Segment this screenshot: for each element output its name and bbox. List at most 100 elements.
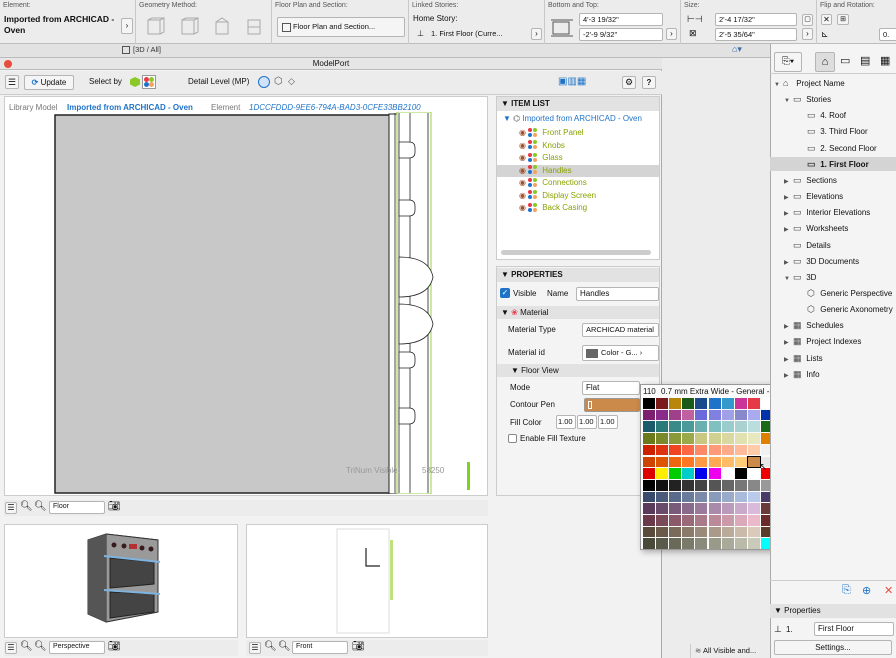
flip-checkbox[interactable]: ✕ xyxy=(821,14,832,25)
expand-arrow-icon[interactable]: ▼ xyxy=(784,94,793,108)
material-section-header[interactable]: ▼ ❀ Material xyxy=(497,306,659,319)
detail-level-sphere-icon[interactable] xyxy=(258,76,270,88)
pen-color-swatch[interactable] xyxy=(643,456,656,468)
pen-color-swatch[interactable] xyxy=(682,433,695,444)
navigator-menu-button[interactable]: ⎘▾ xyxy=(774,52,802,72)
front-menu-icon[interactable]: ☰ xyxy=(249,642,261,654)
eye-icon[interactable]: ◉ xyxy=(519,191,526,200)
home-story-arrow-button[interactable]: › xyxy=(531,28,542,40)
front-camera-icon[interactable]: 📷︎ xyxy=(352,641,365,652)
pen-color-swatch[interactable] xyxy=(669,456,682,468)
eye-icon[interactable]: ◉ xyxy=(519,166,526,175)
fill-color-g[interactable]: 1.00 xyxy=(577,415,597,429)
pen-color-swatch[interactable] xyxy=(747,421,760,433)
elevation-arrow-button[interactable]: › xyxy=(666,28,677,40)
pen-color-swatch[interactable] xyxy=(682,468,695,479)
pen-color-swatch[interactable] xyxy=(643,444,656,456)
pen-color-swatch[interactable] xyxy=(656,526,669,538)
pen-color-swatch[interactable] xyxy=(643,479,656,491)
perspective-menu-icon[interactable]: ☰ xyxy=(5,642,17,654)
pen-color-swatch[interactable] xyxy=(708,421,721,433)
bottom-elevation-input[interactable]: -2'-9 9/32" xyxy=(579,28,663,41)
material-type-select[interactable]: ARCHICAD material xyxy=(582,323,659,337)
navigator-item[interactable]: ▶ ▭ Elevations xyxy=(770,189,896,203)
fill-color-r[interactable]: 1.00 xyxy=(556,415,576,429)
navigator-story-item[interactable]: ▭ 2. Second Floor xyxy=(770,141,896,155)
publisher-tab-icon[interactable]: ▦ xyxy=(880,54,890,67)
pen-color-swatch[interactable] xyxy=(669,468,682,479)
home-story-value[interactable]: 1. First Floor (Curre... xyxy=(431,29,531,38)
front-view-select[interactable]: Front xyxy=(292,641,348,654)
pen-color-swatch[interactable] xyxy=(708,409,721,421)
pen-color-swatch[interactable] xyxy=(656,538,669,550)
navigator-settings-button[interactable]: Settings... xyxy=(774,640,892,655)
pen-color-swatch[interactable] xyxy=(669,433,682,444)
enable-fill-texture-checkbox[interactable] xyxy=(508,434,517,443)
expand-arrow-icon[interactable]: ▼ xyxy=(774,78,783,92)
expand-arrow-icon[interactable]: ▶ xyxy=(784,320,793,334)
pen-color-swatch[interactable] xyxy=(695,479,708,491)
width-input[interactable]: 2'-4 17/32" xyxy=(715,13,797,26)
pen-color-swatch[interactable] xyxy=(643,503,656,514)
layout-icons[interactable]: ▣▥▦ xyxy=(558,76,586,87)
contour-pen-swatch[interactable] xyxy=(584,398,640,412)
navigator-item[interactable]: ▶ ▭ Interior Elevations xyxy=(770,205,896,219)
geometry-methods-icons[interactable] xyxy=(144,16,268,38)
item-list-root[interactable]: ▼ ⌬ Imported from ARCHICAD - Oven xyxy=(503,113,659,125)
settings-gear-icon[interactable]: ⚙ xyxy=(622,76,636,89)
pen-color-swatch[interactable] xyxy=(734,526,747,538)
pen-color-swatch[interactable] xyxy=(682,503,695,514)
pen-color-swatch[interactable] xyxy=(643,421,656,433)
select-by-material-icon[interactable] xyxy=(142,75,156,89)
navigator-item[interactable]: ▶ ▭ Sections xyxy=(770,173,896,187)
pen-color-swatch[interactable] xyxy=(721,491,734,503)
pen-color-swatch[interactable] xyxy=(708,433,721,444)
size-arrow-button[interactable]: › xyxy=(802,28,813,40)
pen-color-swatch[interactable] xyxy=(721,421,734,433)
pen-color-swatch[interactable] xyxy=(682,444,695,456)
pen-color-swatch[interactable] xyxy=(708,444,721,456)
pen-color-swatch[interactable] xyxy=(656,421,669,433)
pen-color-swatch[interactable] xyxy=(695,538,708,550)
pen-color-swatch[interactable] xyxy=(721,515,734,526)
navigator-item[interactable]: ▶ ▦ Lists xyxy=(770,351,896,365)
pen-color-swatch[interactable] xyxy=(721,456,734,468)
pen-color-swatch[interactable] xyxy=(643,398,656,409)
pen-color-swatch[interactable] xyxy=(747,491,760,503)
pen-color-swatch[interactable] xyxy=(734,409,747,421)
pen-color-swatch[interactable] xyxy=(721,444,734,456)
pen-color-swatch[interactable] xyxy=(734,398,747,409)
pen-color-swatch[interactable] xyxy=(669,491,682,503)
pen-color-swatch[interactable] xyxy=(643,468,656,479)
pen-color-swatch[interactable] xyxy=(721,479,734,491)
expand-arrow-icon[interactable]: ▶ xyxy=(784,223,793,237)
navigator-properties-header[interactable]: ▼ Properties xyxy=(770,604,896,618)
item-list-item[interactable]: ◉ Handles xyxy=(497,164,659,177)
pen-color-swatch[interactable] xyxy=(643,491,656,503)
eye-icon[interactable]: ◉ xyxy=(519,178,526,187)
pen-color-swatch[interactable] xyxy=(747,526,760,538)
menu-icon[interactable]: ☰ xyxy=(5,75,19,89)
rotation-input[interactable]: 0. xyxy=(879,28,896,41)
pen-color-swatch[interactable] xyxy=(747,433,760,444)
pen-color-swatch[interactable] xyxy=(734,538,747,550)
pen-color-swatch[interactable] xyxy=(695,503,708,514)
expand-arrow-icon[interactable]: ▶ xyxy=(784,336,793,350)
pen-color-swatch[interactable] xyxy=(747,479,760,491)
pen-color-swatch[interactable] xyxy=(656,468,669,479)
pen-color-swatch[interactable] xyxy=(708,491,721,503)
update-button[interactable]: ⟳ Update xyxy=(24,75,74,90)
perspective-zoom-in-icon[interactable]: 🔍︎ xyxy=(20,641,33,652)
pen-color-swatch[interactable] xyxy=(682,491,695,503)
pen-color-swatch[interactable] xyxy=(734,456,747,468)
pen-color-swatch[interactable] xyxy=(708,468,721,479)
pen-color-swatch[interactable] xyxy=(721,398,734,409)
pen-color-swatch[interactable] xyxy=(643,433,656,444)
view-map-tab-icon[interactable]: ▭ xyxy=(840,54,850,67)
clone-folder-icon[interactable]: ⎘ xyxy=(842,584,851,597)
item-list-item[interactable]: ◉ Back Casing xyxy=(497,202,659,214)
pen-color-swatch[interactable] xyxy=(695,456,708,468)
oven-floor-drawing[interactable] xyxy=(50,112,470,494)
expand-arrow-icon[interactable]: ▶ xyxy=(784,207,793,221)
pen-color-swatch[interactable] xyxy=(682,409,695,421)
